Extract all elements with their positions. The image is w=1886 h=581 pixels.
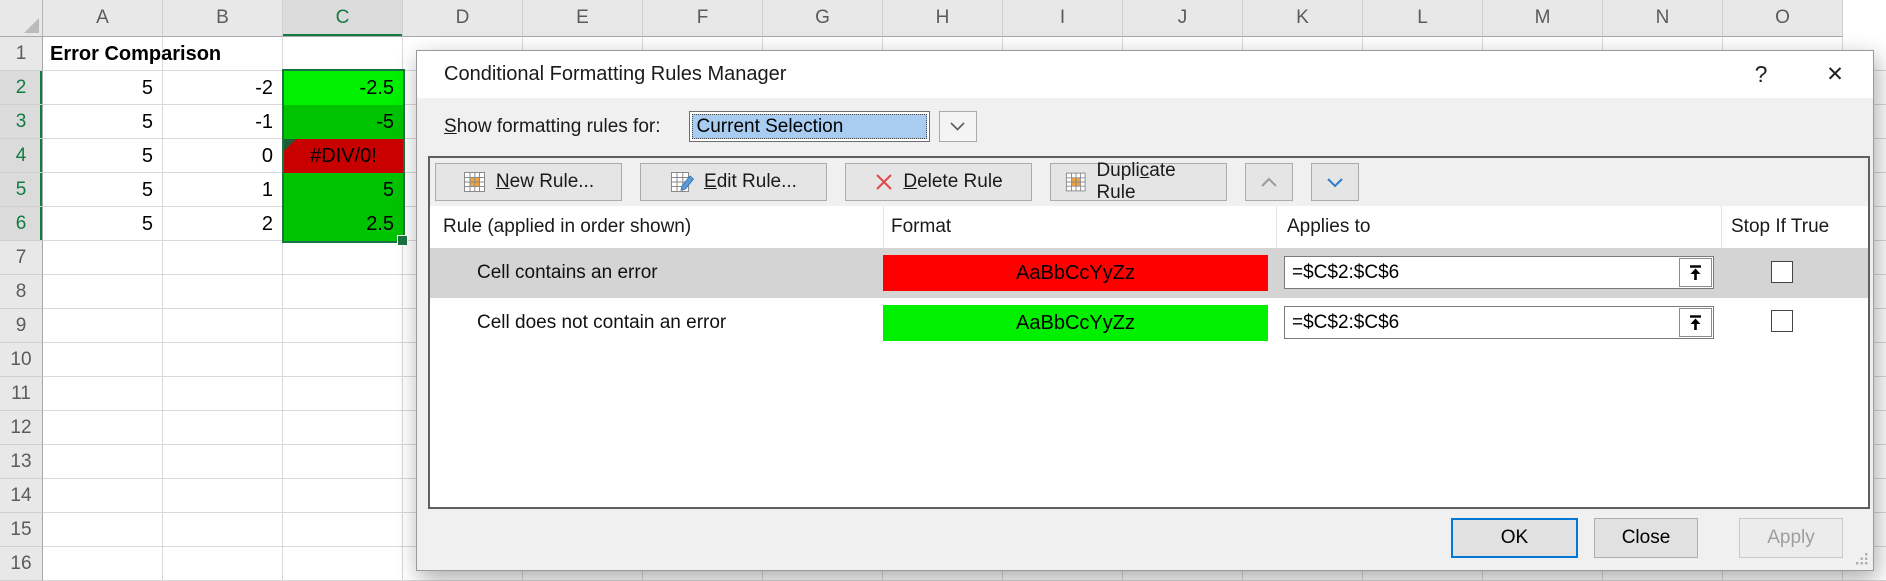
col-header-j[interactable]: J	[1123, 0, 1243, 37]
rule-format-preview: AaBbCcYyZz	[883, 305, 1268, 341]
rules-list-header: Rule (applied in order shown) Format App…	[430, 206, 1868, 248]
cf-rules-manager-dialog: Conditional Formatting Rules Manager ? ✕…	[416, 50, 1874, 571]
row-header-9[interactable]: 9	[0, 309, 43, 343]
applies-to-field[interactable]: =$C$2:$C$6	[1284, 256, 1714, 289]
ok-button[interactable]: OK	[1451, 518, 1578, 558]
row-header-4[interactable]: 4	[0, 139, 43, 173]
rules-toolbar: New Rule... Edit Rule... Delete Rule Dup…	[430, 158, 1868, 206]
table-icon	[463, 171, 487, 193]
col-header-m[interactable]: M	[1483, 0, 1603, 37]
selection-border	[282, 69, 405, 243]
collapse-dialog-button[interactable]	[1679, 308, 1712, 337]
stop-if-true-checkbox[interactable]	[1771, 261, 1793, 283]
header-applies-to-column: Applies to	[1276, 206, 1721, 248]
rule-name: Cell does not contain an error	[477, 298, 726, 348]
row-header-1[interactable]: 1	[0, 37, 43, 71]
row-header-6[interactable]: 6	[0, 207, 43, 241]
rule-row-error[interactable]: Cell contains an error AaBbCcYyZz =$C$2:…	[430, 248, 1868, 298]
col-header-d[interactable]: D	[403, 0, 523, 37]
apply-button[interactable]: Apply	[1739, 518, 1843, 558]
cell-a6[interactable]: 5	[44, 207, 162, 241]
row-header-16[interactable]: 16	[0, 547, 43, 581]
col-header-g[interactable]: G	[763, 0, 883, 37]
cell-b5[interactable]: 1	[164, 173, 282, 207]
help-button[interactable]: ?	[1731, 51, 1791, 98]
col-header-i[interactable]: I	[1003, 0, 1123, 37]
scope-dropdown-value: Current Selection	[692, 114, 927, 139]
applies-to-field[interactable]: =$C$2:$C$6	[1284, 306, 1714, 339]
row-header-12[interactable]: 12	[0, 411, 43, 445]
resize-grip[interactable]	[1856, 553, 1869, 566]
cell-a1[interactable]: Error Comparison	[50, 37, 221, 71]
stop-if-true-checkbox[interactable]	[1771, 310, 1793, 332]
applies-to-value: =$C$2:$C$6	[1285, 257, 1678, 288]
collapse-dialog-button[interactable]	[1679, 258, 1712, 287]
col-header-e[interactable]: E	[523, 0, 643, 37]
row-header-13[interactable]: 13	[0, 445, 43, 479]
delete-rule-button[interactable]: Delete Rule	[845, 163, 1032, 201]
scope-dropdown-arrow-button[interactable]	[939, 111, 977, 142]
chevron-up-icon	[1260, 177, 1278, 188]
cell-a4[interactable]: 5	[44, 139, 162, 173]
close-dialog-button[interactable]: ✕	[1805, 51, 1865, 98]
edit-rule-button[interactable]: Edit Rule...	[640, 163, 827, 201]
select-all-corner[interactable]	[0, 0, 43, 37]
col-header-h[interactable]: H	[883, 0, 1003, 37]
cell-b4[interactable]: 0	[164, 139, 282, 173]
table-edit-icon	[670, 171, 695, 193]
chevron-down-icon	[949, 121, 966, 132]
table-icon	[1065, 171, 1087, 193]
fill-handle[interactable]	[397, 235, 408, 246]
col-header-k[interactable]: K	[1243, 0, 1363, 37]
chevron-down-icon	[1326, 177, 1344, 188]
dialog-title-bar[interactable]: Conditional Formatting Rules Manager	[417, 51, 1873, 98]
cell-a5[interactable]: 5	[44, 173, 162, 207]
row-header-7[interactable]: 7	[0, 241, 43, 275]
col-header-a[interactable]: A	[43, 0, 163, 37]
row-header-8[interactable]: 8	[0, 275, 43, 309]
excel-window: A B C D E F G H I J K L M N O 1 2 3 4 5 …	[0, 0, 1886, 581]
col-header-b[interactable]: B	[163, 0, 283, 37]
header-rule-column: Rule (applied in order shown)	[430, 206, 883, 248]
col-header-n[interactable]: N	[1603, 0, 1723, 37]
arrow-up-to-bar-icon	[1687, 264, 1704, 282]
cell-a3[interactable]: 5	[44, 105, 162, 139]
row-header-10[interactable]: 10	[0, 343, 43, 377]
select-all-triangle-icon	[24, 18, 39, 33]
dialog-title: Conditional Formatting Rules Manager	[444, 63, 786, 86]
col-header-f[interactable]: F	[643, 0, 763, 37]
row-header-15[interactable]: 15	[0, 513, 43, 547]
row-header-5[interactable]: 5	[0, 173, 43, 207]
cell-a2[interactable]: 5	[44, 71, 162, 105]
rule-format-preview: AaBbCcYyZz	[883, 255, 1268, 291]
row-header-2[interactable]: 2	[0, 71, 43, 105]
header-stop-if-true-column: Stop If True	[1721, 206, 1868, 248]
show-rules-for-label: Show formatting rules for:	[444, 116, 661, 138]
duplicate-rule-button[interactable]: Duplicate Rule	[1050, 163, 1227, 201]
col-header-c[interactable]: C	[283, 0, 403, 37]
rule-name: Cell contains an error	[477, 248, 658, 298]
red-x-icon	[874, 172, 894, 192]
rules-list-box: New Rule... Edit Rule... Delete Rule Dup…	[428, 156, 1870, 509]
new-rule-button[interactable]: New Rule...	[435, 163, 622, 201]
move-rule-down-button[interactable]	[1311, 163, 1359, 201]
rule-row-no-error[interactable]: Cell does not contain an error AaBbCcYyZ…	[430, 298, 1868, 348]
cell-b3[interactable]: -1	[164, 105, 282, 139]
move-rule-up-button[interactable]	[1245, 163, 1293, 201]
applies-to-value: =$C$2:$C$6	[1285, 307, 1678, 338]
cell-b6[interactable]: 2	[164, 207, 282, 241]
row-header-11[interactable]: 11	[0, 377, 43, 411]
close-button[interactable]: Close	[1594, 518, 1698, 558]
arrow-up-to-bar-icon	[1687, 314, 1704, 332]
col-header-l[interactable]: L	[1363, 0, 1483, 37]
header-format-column: Format	[883, 206, 1276, 248]
col-header-o[interactable]: O	[1723, 0, 1843, 37]
row-header-3[interactable]: 3	[0, 105, 43, 139]
scope-dropdown[interactable]: Current Selection	[689, 111, 930, 142]
row-header-14[interactable]: 14	[0, 479, 43, 513]
cell-b2[interactable]: -2	[164, 71, 282, 105]
